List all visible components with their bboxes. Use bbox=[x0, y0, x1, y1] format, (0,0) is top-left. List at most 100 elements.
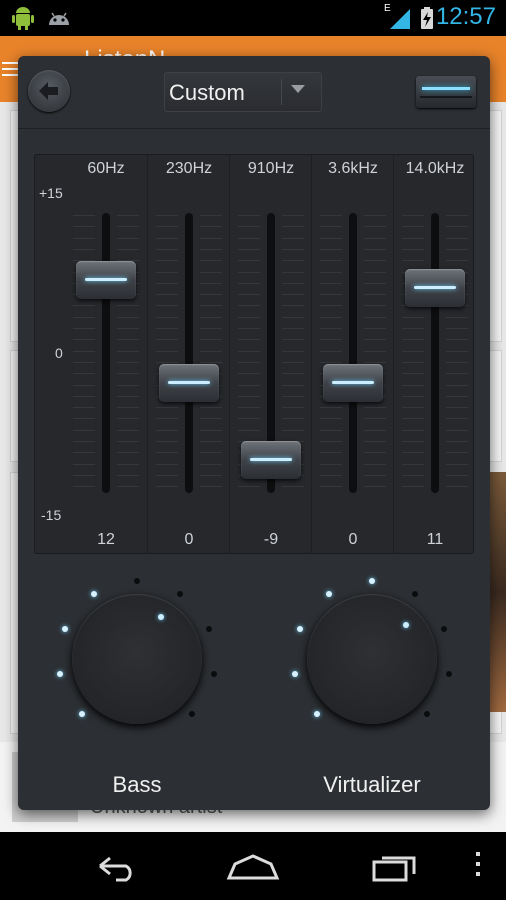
scale-tick bbox=[156, 305, 178, 307]
scale-tick bbox=[200, 271, 222, 273]
scale-tick bbox=[446, 237, 468, 239]
scale-tick bbox=[156, 248, 178, 250]
scale-tick bbox=[238, 350, 260, 352]
thumb-led bbox=[332, 381, 374, 384]
scale-tick bbox=[364, 215, 386, 216]
band-slider-track[interactable] bbox=[102, 213, 110, 493]
clock-time: 12:57 bbox=[435, 3, 496, 30]
scale-tick bbox=[73, 215, 95, 216]
band-slider-thumb[interactable] bbox=[405, 269, 465, 307]
level-dot bbox=[446, 671, 452, 677]
scale-tick bbox=[364, 226, 386, 228]
back-button[interactable] bbox=[28, 70, 70, 112]
scale-tick bbox=[364, 452, 386, 454]
band-gain-value: 12 bbox=[97, 531, 115, 548]
scale-tick bbox=[364, 486, 386, 488]
scale-tick bbox=[238, 237, 260, 239]
scale-tick bbox=[238, 226, 260, 228]
band-230hz: 230Hz 0 bbox=[147, 155, 230, 553]
preset-dropdown[interactable]: Custom bbox=[164, 72, 322, 112]
scale-tick bbox=[282, 373, 304, 375]
scale-tick bbox=[156, 350, 178, 352]
scale-tick bbox=[238, 486, 260, 488]
scale-tick bbox=[446, 215, 468, 216]
scale-tick bbox=[73, 395, 95, 397]
scale-tick bbox=[238, 373, 260, 375]
scale-tick bbox=[200, 463, 222, 465]
scale-tick bbox=[117, 441, 139, 442]
virtualizer-knob[interactable] bbox=[307, 594, 437, 724]
level-dot bbox=[177, 591, 183, 597]
scale-tick bbox=[282, 395, 304, 397]
level-dot bbox=[412, 591, 418, 597]
scale-tick bbox=[364, 407, 386, 409]
scale-tick bbox=[117, 474, 139, 476]
band-slider-thumb[interactable] bbox=[241, 441, 301, 479]
level-dot bbox=[57, 671, 63, 677]
scale-tick bbox=[156, 407, 178, 409]
scale-tick bbox=[200, 316, 222, 318]
scale-tick bbox=[282, 328, 304, 329]
band-slider-thumb[interactable] bbox=[159, 364, 219, 402]
scale-tick bbox=[320, 248, 342, 250]
scale-tick bbox=[73, 316, 95, 318]
scale-tick bbox=[156, 361, 178, 363]
band-slider-track[interactable] bbox=[349, 213, 357, 493]
equalizer-power-toggle[interactable] bbox=[416, 76, 476, 108]
scale-tick bbox=[402, 452, 424, 454]
level-dot bbox=[206, 626, 212, 632]
scale-tick bbox=[117, 407, 139, 409]
scale-tick bbox=[446, 328, 468, 329]
scale-tick bbox=[117, 429, 139, 431]
band-slider-thumb[interactable] bbox=[323, 364, 383, 402]
scale-tick bbox=[320, 452, 342, 454]
scale-tick bbox=[156, 429, 178, 431]
scale-tick bbox=[156, 441, 178, 442]
scale-tick bbox=[200, 452, 222, 454]
scale-tick bbox=[320, 418, 342, 420]
scale-tick bbox=[117, 305, 139, 307]
scale-tick bbox=[320, 271, 342, 273]
scale-tick bbox=[200, 339, 222, 341]
scale-tick bbox=[73, 305, 95, 307]
scale-tick bbox=[117, 226, 139, 228]
scale-tick bbox=[73, 418, 95, 420]
knob-position-dot bbox=[403, 622, 409, 628]
scale-tick bbox=[320, 361, 342, 363]
band-60hz: 60Hz 12 bbox=[65, 155, 147, 553]
scale-tick bbox=[282, 486, 304, 488]
android-robot-icon bbox=[12, 7, 34, 30]
dropdown-divider bbox=[281, 79, 282, 105]
scale-tick bbox=[402, 486, 424, 488]
level-dot bbox=[441, 626, 447, 632]
band-gain-value: -9 bbox=[263, 531, 279, 548]
level-dot bbox=[189, 711, 195, 717]
band-slider-track[interactable] bbox=[431, 213, 439, 493]
scale-tick bbox=[200, 260, 222, 262]
band-slider-track[interactable] bbox=[185, 213, 193, 493]
level-dot bbox=[134, 578, 140, 584]
scale-tick bbox=[282, 418, 304, 420]
scale-tick bbox=[446, 441, 468, 442]
scale-tick bbox=[238, 328, 260, 329]
scale-tick bbox=[117, 373, 139, 375]
scale-tick bbox=[200, 418, 222, 420]
scale-tick bbox=[282, 384, 304, 386]
scale-tick bbox=[320, 350, 342, 352]
scale-tick bbox=[156, 237, 178, 239]
recents-icon[interactable] bbox=[364, 842, 424, 888]
bass-knob[interactable] bbox=[72, 594, 202, 724]
level-dot bbox=[79, 711, 85, 717]
scale-tick bbox=[156, 486, 178, 488]
scale-tick bbox=[238, 215, 260, 216]
back-icon[interactable] bbox=[82, 842, 142, 888]
home-icon[interactable] bbox=[223, 842, 283, 888]
preset-label: Custom bbox=[169, 80, 245, 105]
scale-tick bbox=[117, 384, 139, 386]
scale-tick bbox=[320, 441, 342, 442]
overflow-menu-icon[interactable] bbox=[460, 842, 496, 888]
band-slider-thumb[interactable] bbox=[76, 261, 136, 299]
scale-tick bbox=[402, 474, 424, 476]
scale-tick bbox=[73, 452, 95, 454]
scale-tick bbox=[402, 395, 424, 397]
